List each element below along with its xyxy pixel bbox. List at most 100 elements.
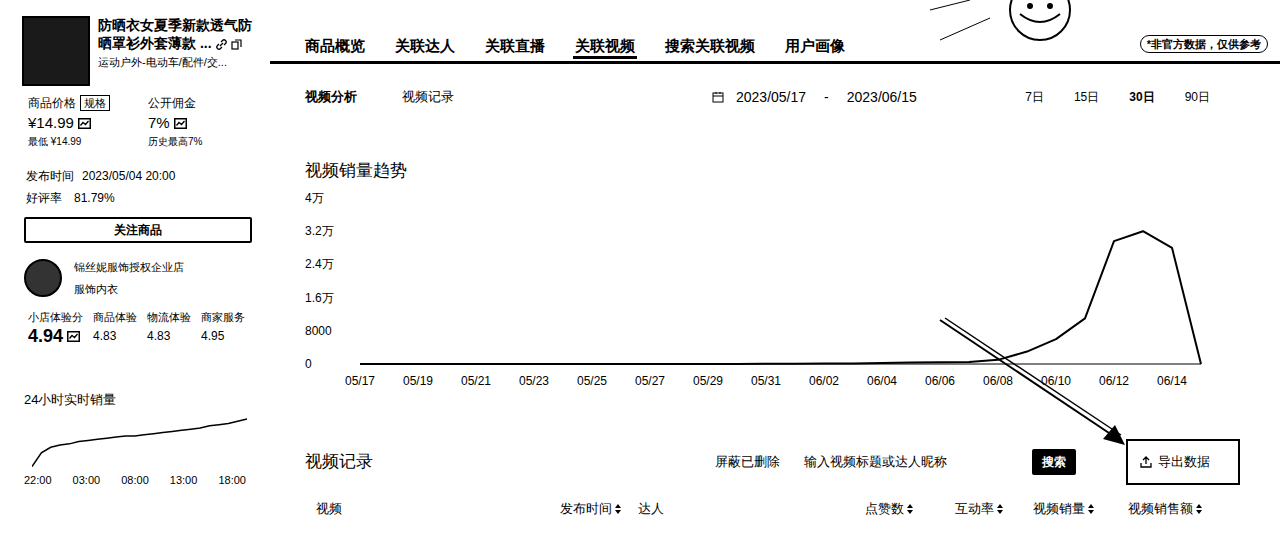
product-sidebar: 防晒衣女夏季新款透气防晒罩衫外套薄款 ...运动户外-电动车/配件/交... 商品… xyxy=(0,0,270,535)
records-toolbar: 视频记录 屏蔽已删除 输入视频标题或达人昵称搜索 导出数据 xyxy=(270,440,1280,484)
date-start[interactable]: 2023/05/17 xyxy=(736,87,806,108)
rating: 81.79% xyxy=(74,187,115,209)
search-input[interactable]: 输入视频标题或达人昵称 xyxy=(804,452,1024,472)
shop-logo[interactable] xyxy=(24,259,62,297)
video-sales-line xyxy=(360,231,1201,364)
hide-deleted-filter[interactable]: 屏蔽已删除 xyxy=(715,452,780,472)
trend-icon[interactable] xyxy=(67,331,80,342)
date-end[interactable]: 2023/06/15 xyxy=(847,87,917,108)
video-sales-trend-chart: 4万3.2万2.4万1.6万8000005/1705/1905/2105/230… xyxy=(305,189,1240,389)
x-tick: 05/19 xyxy=(403,374,433,388)
x-tick: 05/27 xyxy=(635,374,665,388)
shop-name[interactable]: 锦丝妮服饰授权企业店 xyxy=(74,260,184,274)
sub-tab[interactable]: 视频记录 xyxy=(402,87,454,107)
records-title: 视频记录 xyxy=(305,449,373,475)
column-header[interactable]: 视频销售额 xyxy=(1128,499,1280,519)
copy-icon[interactable] xyxy=(231,39,242,50)
product-thumbnail[interactable] xyxy=(22,16,90,86)
period-button[interactable]: 15日 xyxy=(1074,88,1099,106)
y-tick: 8000 xyxy=(305,324,332,338)
sub-tab[interactable]: 视频分析 xyxy=(305,87,357,107)
shop-score: 商家服务4.95 xyxy=(201,309,245,347)
x-tick: 05/23 xyxy=(519,374,549,388)
column-header[interactable]: 视频销量 xyxy=(1033,499,1128,519)
nav-tab[interactable]: 用户画像 xyxy=(783,36,847,59)
spec-badge[interactable]: 规格 xyxy=(80,95,110,111)
rating-label: 好评率 xyxy=(26,187,62,209)
price-label: 商品价格 xyxy=(28,94,76,112)
realtime-tick: 13:00 xyxy=(170,473,198,487)
shop-score: 物流体验4.83 xyxy=(147,309,191,347)
period-button[interactable]: 7日 xyxy=(1025,88,1044,106)
notice-badge: *非官方数据，仅供参考 xyxy=(1140,35,1268,53)
sort-icon[interactable] xyxy=(614,503,622,515)
column-header[interactable]: 互动率 xyxy=(955,499,1033,519)
realtime-tick: 03:00 xyxy=(73,473,101,487)
product-title[interactable]: 防晒衣女夏季新款透气防晒罩衫外套薄款 ... xyxy=(98,16,263,52)
x-tick: 05/29 xyxy=(693,374,723,388)
y-tick: 4万 xyxy=(305,191,324,205)
sort-icon[interactable] xyxy=(996,503,1004,515)
mascot-icon xyxy=(930,0,1080,46)
price-block: 商品价格规格公开佣金¥14.997%最低 ¥14.99历史最高7% xyxy=(0,94,270,149)
column-header: 达人 xyxy=(638,499,865,519)
nav-tab[interactable]: 关联直播 xyxy=(483,36,547,59)
column-header[interactable]: 点赞数 xyxy=(865,499,955,519)
export-button[interactable]: 导出数据 xyxy=(1126,439,1240,485)
x-tick: 06/12 xyxy=(1099,374,1129,388)
sort-icon[interactable] xyxy=(1195,503,1203,515)
column-header[interactable]: 发布时间 xyxy=(560,499,638,519)
x-tick: 06/02 xyxy=(809,374,839,388)
history-high: 历史最高7% xyxy=(148,134,270,149)
publish-label: 发布时间 xyxy=(26,165,74,187)
sub-toolbar: 视频分析 视频记录 2023/05/17-2023/06/15 7日 15日 30日 90日 xyxy=(270,85,1280,109)
column-header: 视频 xyxy=(316,499,560,519)
realtime-tick: 08:00 xyxy=(121,473,149,487)
annotation-arrow-icon xyxy=(935,315,1135,455)
realtime-title: 24小时实时销量 xyxy=(24,391,270,409)
nav-tab[interactable]: 商品概览 xyxy=(303,36,367,59)
follow-button[interactable]: 关注商品 xyxy=(24,217,252,243)
realtime-tick: 18:00 xyxy=(218,473,246,487)
calendar-icon[interactable] xyxy=(712,91,724,103)
sort-icon[interactable] xyxy=(1087,503,1095,515)
trend-icon[interactable] xyxy=(174,118,187,129)
y-tick: 3.2万 xyxy=(305,224,334,238)
x-tick: 06/10 xyxy=(1041,374,1071,388)
sort-icon[interactable] xyxy=(906,503,914,515)
period-button[interactable]: 30日 xyxy=(1129,88,1154,106)
x-tick: 05/31 xyxy=(751,374,781,388)
product-header: 防晒衣女夏季新款透气防晒罩衫外套薄款 ...运动户外-电动车/配件/交... xyxy=(0,0,270,86)
main-panel: 商品概览 关联达人 关联直播 关联视频 搜索关联视频 用户画像 *非官方数据，仅供参考视频分… xyxy=(270,0,1280,535)
period-button[interactable]: 90日 xyxy=(1185,88,1210,106)
x-tick: 05/21 xyxy=(461,374,491,388)
realtime-tick: 22:00 xyxy=(24,473,52,487)
trend-icon[interactable] xyxy=(78,118,91,129)
nav-tab[interactable]: 搜索关联视频 xyxy=(663,36,757,59)
link-icon[interactable] xyxy=(216,39,227,50)
search-button[interactable]: 搜索 xyxy=(1032,449,1076,475)
publish-block: 发布时间 2023/05/04 20:00 好评率 81.79% xyxy=(0,165,270,209)
upload-icon[interactable] xyxy=(1140,456,1152,468)
nav-tab[interactable]: 关联达人 xyxy=(393,36,457,59)
y-tick: 1.6万 xyxy=(305,291,334,305)
nav-tab[interactable]: 关联视频 xyxy=(573,36,637,59)
publish-time: 2023/05/04 20:00 xyxy=(82,165,175,187)
product-analytics-page: 防晒衣女夏季新款透气防晒罩衫外套薄款 ...运动户外-电动车/配件/交...商品… xyxy=(0,0,1280,535)
shop-scores: 小店体验分4.94 商品体验4.83 物流体验4.83 商家服务4.95 xyxy=(0,309,270,347)
commission: 7% xyxy=(148,113,170,133)
nav-tabs: 商品概览 关联达人 关联直播 关联视频 搜索关联视频 用户画像 *非官方数据，仅供参考 xyxy=(270,0,1280,64)
date-range[interactable]: 2023/05/17-2023/06/15 xyxy=(712,87,917,108)
lowest-price: 最低 ¥14.99 xyxy=(28,134,148,149)
x-tick: 06/06 xyxy=(925,374,955,388)
x-tick: 06/14 xyxy=(1157,374,1187,388)
price: ¥14.99 xyxy=(28,113,74,133)
realtime-sales: 24小时实时销量 22:00 03:00 08:00 13:00 18:00 xyxy=(0,391,270,487)
y-tick: 0 xyxy=(305,357,312,371)
shop-category: 服饰内衣 xyxy=(74,282,184,296)
shop-score: 商品体验4.83 xyxy=(93,309,137,347)
shop-info: 锦丝妮服饰授权企业店服饰内衣 xyxy=(0,259,270,297)
date-separator: - xyxy=(824,87,829,108)
shop-score: 小店体验分4.94 xyxy=(28,309,83,347)
x-tick: 06/08 xyxy=(983,374,1013,388)
